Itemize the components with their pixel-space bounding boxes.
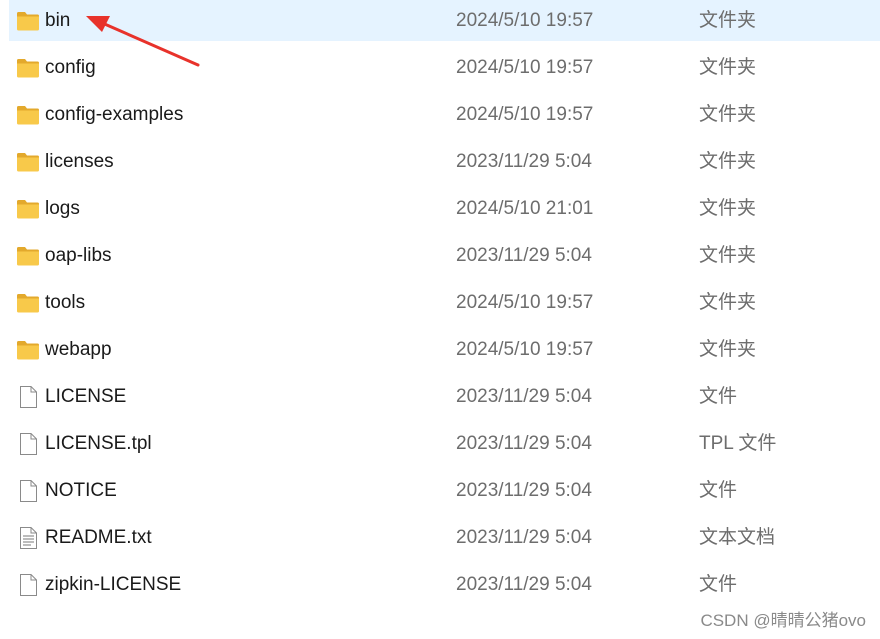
file-name: bin [45,10,71,31]
watermark: CSDN @晴晴公猪ovo [700,611,866,630]
file-name: licenses [45,151,114,172]
file-modified-date: 2023/11/29 5:04 [456,151,592,172]
file-row[interactable]: config 2024/5/10 19:57 文件夹 [0,47,880,94]
file-icon [16,386,40,408]
file-type: 文件 [699,574,738,595]
file-row[interactable]: LICENSE.tpl 2023/11/29 5:04 TPL 文件 [0,423,880,470]
file-row[interactable]: tools 2024/5/10 19:57 文件夹 [0,282,880,329]
file-type: 文件夹 [699,151,757,172]
file-row[interactable]: webapp 2024/5/10 19:57 文件夹 [0,329,880,376]
file-type: 文本文档 [699,527,776,548]
file-type: 文件夹 [699,292,757,313]
file-modified-date: 2024/5/10 19:57 [456,104,594,125]
folder-icon [16,10,40,32]
file-name: LICENSE [45,386,127,407]
file-type: 文件夹 [699,245,757,266]
file-modified-date: 2024/5/10 19:57 [456,57,594,78]
file-type: 文件 [699,480,738,501]
file-name: config [45,57,96,78]
file-row[interactable]: config-examples 2024/5/10 19:57 文件夹 [0,94,880,141]
file-row[interactable]: README.txt 2023/11/29 5:04 文本文档 [0,517,880,564]
folder-icon [16,151,40,173]
file-name: zipkin-LICENSE [45,574,182,595]
file-row[interactable]: NOTICE 2023/11/29 5:04 文件 [0,470,880,517]
file-row[interactable]: bin 2024/5/10 19:57 文件夹 [0,0,880,47]
file-name: LICENSE.tpl [45,433,152,454]
file-name: README.txt [45,527,152,548]
file-type: 文件 [699,386,738,407]
folder-icon [16,245,40,267]
file-row[interactable]: LICENSE 2023/11/29 5:04 文件 [0,376,880,423]
file-modified-date: 2023/11/29 5:04 [456,386,592,407]
file-name: oap-libs [45,245,112,266]
file-type: 文件夹 [699,339,757,360]
folder-icon [16,104,40,126]
file-type: 文件夹 [699,10,757,31]
file-modified-date: 2023/11/29 5:04 [456,574,592,595]
file-type: TPL 文件 [699,433,777,454]
file-list: bin 2024/5/10 19:57 文件夹 config 2024/5/10 19… [0,0,880,611]
file-modified-date: 2023/11/29 5:04 [456,527,592,548]
folder-icon [16,292,40,314]
file-modified-date: 2023/11/29 5:04 [456,245,592,266]
file-modified-date: 2023/11/29 5:04 [456,433,592,454]
file-name: webapp [45,339,112,360]
folder-icon [16,339,40,361]
file-name: NOTICE [45,480,117,501]
file-modified-date: 2024/5/10 19:57 [456,292,594,313]
file-row[interactable]: licenses 2023/11/29 5:04 文件夹 [0,141,880,188]
text-file-icon [16,527,40,549]
file-type: 文件夹 [699,104,757,125]
file-modified-date: 2024/5/10 21:01 [456,198,594,219]
file-icon [16,574,40,596]
file-modified-date: 2024/5/10 19:57 [456,10,594,31]
folder-icon [16,198,40,220]
file-row[interactable]: logs 2024/5/10 21:01 文件夹 [0,188,880,235]
file-icon [16,433,40,455]
file-type: 文件夹 [699,57,757,78]
file-name: tools [45,292,86,313]
file-name: config-examples [45,104,184,125]
file-modified-date: 2023/11/29 5:04 [456,480,592,501]
file-icon [16,480,40,502]
file-modified-date: 2024/5/10 19:57 [456,339,594,360]
file-name: logs [45,198,80,219]
file-type: 文件夹 [699,198,757,219]
file-row[interactable]: zipkin-LICENSE 2023/11/29 5:04 文件 [0,564,880,611]
folder-icon [16,57,40,79]
file-row[interactable]: oap-libs 2023/11/29 5:04 文件夹 [0,235,880,282]
